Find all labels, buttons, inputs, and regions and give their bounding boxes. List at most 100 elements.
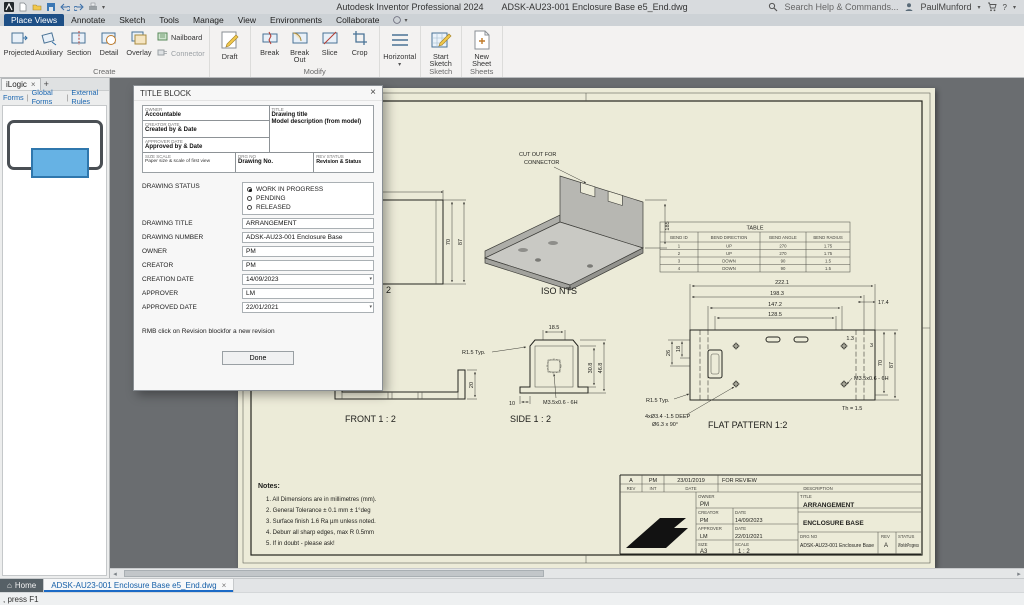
rev-header: INT	[650, 486, 657, 491]
tab-tools[interactable]: Tools	[152, 14, 186, 26]
undo-icon[interactable]	[60, 2, 70, 12]
ribbon-options[interactable]: ▾	[386, 14, 413, 26]
preview-title-cell: TITLE Drawing title Model description (f…	[270, 106, 374, 153]
creator-row: CREATOR	[134, 258, 382, 272]
modify-panel-label[interactable]: Modify	[251, 67, 379, 76]
document-title: ADSK-AU23-001 Enclosure Base e5_End.dwg	[501, 2, 687, 12]
tab-collaborate[interactable]: Collaborate	[329, 14, 386, 26]
tb-label: STATUS	[898, 534, 914, 539]
app-title: Autodesk Inventor Professional 2024	[336, 2, 483, 12]
scrollbar-thumb[interactable]	[124, 570, 544, 577]
tab-close-icon[interactable]: ×	[222, 581, 227, 590]
create-panel-label[interactable]: Create	[0, 67, 209, 76]
approved-date-input[interactable]	[242, 302, 374, 313]
ilogic-form-preview[interactable]	[2, 105, 107, 576]
tab-manage[interactable]: Manage	[186, 14, 231, 26]
detail-view-button[interactable]: Detail	[94, 29, 124, 56]
drawing-number-input[interactable]	[242, 232, 374, 243]
close-icon[interactable]: ×	[370, 88, 376, 98]
auxiliary-view-button[interactable]: Auxiliary	[34, 29, 64, 56]
help-caret-icon[interactable]: ▾	[1013, 4, 1016, 11]
creation-date-input[interactable]	[242, 274, 374, 285]
field-label: APPROVED DATE	[142, 303, 242, 311]
tb-status: WorkInProgress	[898, 543, 919, 549]
nailboard-button[interactable]: Nailboard	[157, 31, 205, 44]
help-icon[interactable]: ?	[1003, 3, 1007, 12]
open-icon[interactable]	[32, 2, 42, 12]
search-input[interactable]: Search Help & Commands...	[784, 2, 898, 12]
creator-input[interactable]	[242, 260, 374, 271]
draft-button[interactable]: Draft	[214, 29, 246, 60]
ilogic-link-global-forms[interactable]: Global Forms	[32, 88, 64, 106]
form-preview-selected-box[interactable]	[31, 148, 89, 178]
approver-input[interactable]	[242, 288, 374, 299]
overlay-view-button[interactable]: Overlay	[124, 29, 154, 56]
new-sheet-icon	[471, 29, 493, 53]
user-name[interactable]: PaulMunford	[920, 2, 971, 12]
dim-label: R1.5 Typ.	[462, 350, 486, 356]
dim-label: 87	[458, 239, 464, 245]
dim-label: 26	[666, 350, 672, 356]
tab-place-views[interactable]: Place Views	[4, 14, 64, 26]
qat-overflow-caret-icon[interactable]: ▾	[102, 4, 105, 11]
dim-label: 185	[665, 221, 671, 230]
title-block[interactable]: A PM 23/01/2019 FOR REVIEW REV INT DATE …	[620, 475, 921, 555]
tab-annotate[interactable]: Annotate	[64, 14, 112, 26]
tb-subtitle: ENCLOSURE BASE	[803, 520, 864, 527]
radio-pending[interactable]: PENDING	[247, 195, 369, 202]
horizontal-scrollbar[interactable]: ◂ ▸	[110, 568, 1024, 578]
new-sheet-button[interactable]: New Sheet	[466, 29, 498, 68]
owner-input[interactable]	[242, 246, 374, 257]
home-tab[interactable]: ⌂ Home	[0, 579, 43, 592]
document-tab[interactable]: ADSK-AU23-001 Enclosure Base e5_End.dwg …	[43, 579, 234, 592]
tab-sketch[interactable]: Sketch	[112, 14, 152, 26]
save-icon[interactable]	[46, 2, 56, 12]
rev-description: FOR REVIEW	[722, 478, 758, 484]
start-sketch-button[interactable]: Start Sketch	[425, 29, 457, 68]
ilogic-link-external-rules[interactable]: External Rules	[71, 88, 106, 106]
projected-view-button[interactable]: Projected	[4, 29, 34, 56]
cart-icon[interactable]	[987, 2, 997, 12]
tb-rev: A	[884, 543, 888, 549]
table-cell: 90	[781, 266, 786, 271]
table-cell: DOWN	[722, 259, 736, 264]
new-file-icon[interactable]	[18, 2, 28, 12]
search-icon[interactable]	[768, 2, 778, 12]
dialog-header[interactable]: TITLE BLOCK ×	[134, 86, 382, 101]
ribbon-options-icon	[392, 15, 402, 25]
tb-scale: 1 : 2	[738, 549, 750, 555]
scroll-right-icon[interactable]: ▸	[1014, 569, 1024, 578]
flat-pattern-view: 222.1 198.3 147.2 128.5 17.4 70 87 18 26…	[645, 280, 899, 430]
horizontal-button[interactable]: Horizontal ▾	[384, 29, 416, 69]
rev-header: REV	[627, 486, 636, 491]
preview-owner-cell: OWNER Accountable	[143, 106, 270, 121]
section-view-icon	[70, 29, 88, 49]
section-view-button[interactable]: Section	[64, 29, 94, 56]
ribbon: Projected Auxiliary Section Detail Overl…	[0, 26, 1024, 78]
user-avatar-icon[interactable]	[904, 2, 914, 12]
done-button[interactable]: Done	[222, 351, 294, 365]
scroll-left-icon[interactable]: ◂	[110, 569, 120, 578]
connector-button[interactable]: Connector	[157, 47, 205, 60]
radio-work-in-progress[interactable]: WORK IN PROGRESS	[247, 186, 369, 193]
crop-button[interactable]: Crop	[345, 29, 375, 56]
user-menu-caret-icon[interactable]: ▾	[978, 4, 981, 11]
radio-released[interactable]: RELEASED	[247, 204, 369, 211]
redo-icon[interactable]	[74, 2, 84, 12]
radio-icon	[247, 196, 252, 201]
app-logo-icon[interactable]	[4, 2, 14, 12]
tb-title: ARRANGEMENT	[803, 502, 854, 509]
create-stack: Nailboard Connector	[157, 29, 205, 60]
drawing-title-input[interactable]	[242, 218, 374, 229]
sketch-panel-label[interactable]: Sketch	[421, 67, 461, 76]
tab-view[interactable]: View	[231, 14, 263, 26]
tab-environments[interactable]: Environments	[263, 14, 329, 26]
break-out-button[interactable]: Break Out	[285, 29, 315, 64]
break-button[interactable]: Break	[255, 29, 285, 56]
dim-label: 20	[469, 382, 475, 388]
sheets-panel-label[interactable]: Sheets	[462, 67, 502, 76]
ilogic-link-forms[interactable]: Forms	[3, 93, 24, 102]
slice-button[interactable]: Slice	[315, 29, 345, 56]
tb-owner: PM	[700, 502, 709, 508]
print-icon[interactable]	[88, 2, 98, 12]
